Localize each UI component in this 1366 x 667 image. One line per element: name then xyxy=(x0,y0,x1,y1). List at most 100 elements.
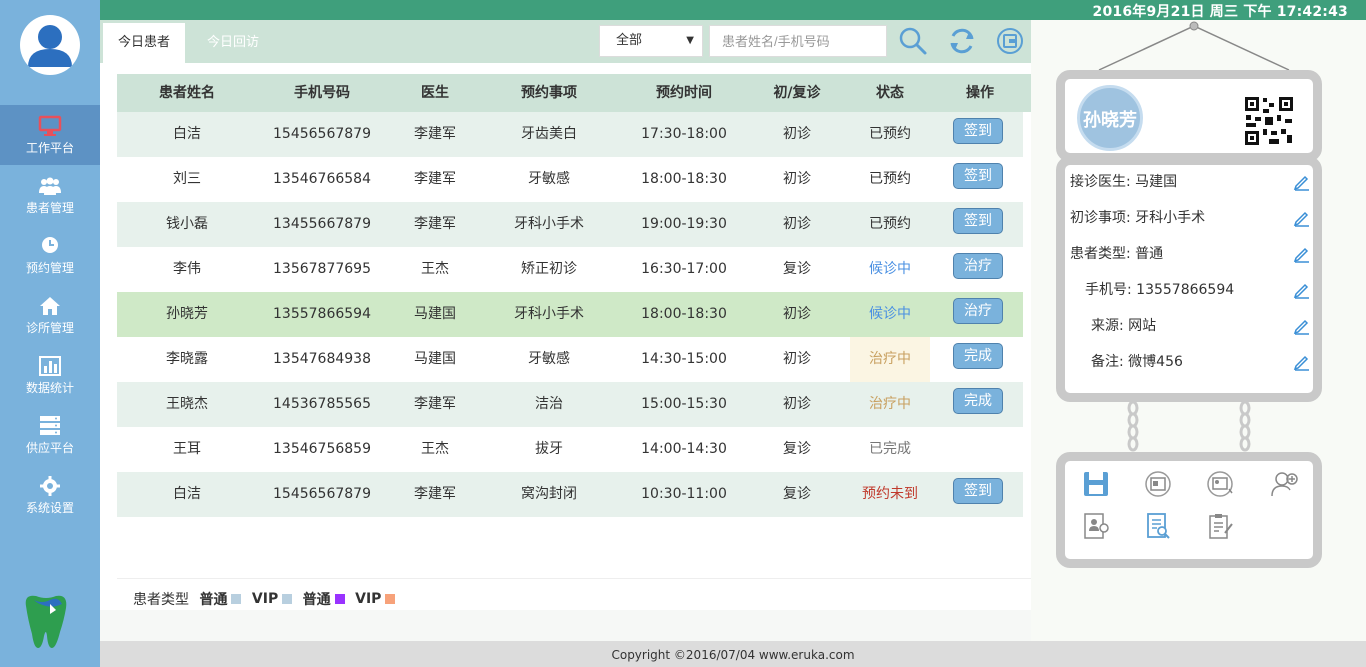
refresh-icon[interactable] xyxy=(947,26,977,56)
cell-status: 已完成 xyxy=(869,441,911,457)
cell-doctor: 王杰 xyxy=(421,441,449,457)
edit-pencil-icon[interactable] xyxy=(1293,245,1311,263)
server-icon xyxy=(40,416,60,435)
sidebar: 工作平台 患者管理 预约管理 诊所管理 数据统计 供应平台 系统设置 xyxy=(0,0,100,667)
column-header-phone: 手机号码 xyxy=(294,85,350,101)
cell-time: 18:00-18:30 xyxy=(641,171,727,187)
patient-info-card: 接诊医生: 马建国 初诊事项: 牙科小手术 患者类型: 普通 手机号: 1355786… xyxy=(1056,156,1322,402)
record-search-icon[interactable] xyxy=(1143,511,1173,541)
table-row[interactable]: 李晓露 13547684938 马建国 牙敏感 14:30-15:00 初诊 治疗中 完成 xyxy=(117,337,1023,382)
info-label: 接诊医生 xyxy=(1070,174,1126,190)
patient-info-row: 手机号: 13557866594 xyxy=(1085,279,1234,299)
top-bar: 2016年9月21日 周三 下午 17:42:43 xyxy=(100,0,1366,20)
info-value: 普通 xyxy=(1135,246,1164,262)
table-row[interactable]: 刘三 13546766584 李建军 牙敏感 18:00-18:30 初诊 已预约 签到 xyxy=(117,157,1023,202)
row-action-button[interactable]: 完成 xyxy=(953,388,1003,414)
row-action-button[interactable]: 签到 xyxy=(953,118,1003,144)
cell-name: 孙晓芳 xyxy=(166,306,208,322)
search-icon[interactable] xyxy=(898,26,928,56)
table-row[interactable]: 王耳 13546756859 王杰 拔牙 14:00-14:30 复诊 已完成 xyxy=(117,427,1023,472)
sidebar-item-supply[interactable]: 供应平台 xyxy=(0,405,100,465)
cell-doctor: 马建国 xyxy=(414,351,456,367)
patient-profile-icon[interactable] xyxy=(1081,511,1111,541)
cell-time: 15:00-15:30 xyxy=(641,396,727,412)
cell-phone: 13547684938 xyxy=(273,351,371,367)
patient-detail-panel: 孙晓芳 接诊医生: 马建国 初诊事项: 牙科小手术 患者类型: 普通 手机号: 135… xyxy=(1031,20,1366,641)
row-action-button[interactable]: 完成 xyxy=(953,343,1003,369)
legend-swatch xyxy=(282,594,293,604)
info-label: 来源 xyxy=(1091,318,1119,334)
search-input[interactable] xyxy=(709,25,887,57)
edit-pencil-icon[interactable] xyxy=(1293,317,1311,335)
sidebar-item-label: 诊所管理 xyxy=(25,321,74,335)
users-icon xyxy=(39,177,61,195)
edit-pencil-icon[interactable] xyxy=(1293,353,1311,371)
table-row[interactable]: 白洁 15456567879 李建军 牙齿美白 17:30-18:00 初诊 已预约 签到 xyxy=(117,112,1023,157)
wallet-icon[interactable] xyxy=(995,26,1025,56)
clock-icon xyxy=(42,237,58,253)
sidebar-item-settings[interactable]: 系统设置 xyxy=(0,465,100,525)
cell-visit: 初诊 xyxy=(783,351,811,367)
monitor-icon xyxy=(38,115,62,136)
table-row[interactable]: 孙晓芳 13557866594 马建国 牙科小手术 18:00-18:30 初诊 候诊中 治疗 xyxy=(117,292,1023,337)
cell-name: 王耳 xyxy=(173,441,201,457)
action-panel xyxy=(1056,452,1322,568)
column-header-name: 患者姓名 xyxy=(159,85,215,101)
cell-time: 18:00-18:30 xyxy=(641,306,727,322)
patient-card-icon[interactable] xyxy=(1143,469,1173,499)
cell-phone: 15456567879 xyxy=(273,126,371,142)
legend-item-vip: VIP xyxy=(251,591,279,607)
tab-today-followup[interactable]: 今日回访 xyxy=(192,23,274,63)
sidebar-item-patients[interactable]: 患者管理 xyxy=(0,165,100,225)
edit-pencil-icon[interactable] xyxy=(1293,281,1311,299)
table-row[interactable]: 王晓杰 14536785565 李建军 洁治 15:00-15:30 初诊 治疗中 完成 xyxy=(117,382,1023,427)
cell-time: 14:00-14:30 xyxy=(641,441,727,457)
user-icon xyxy=(28,25,72,67)
cell-phone: 13546766584 xyxy=(273,171,371,187)
sidebar-item-workbench[interactable]: 工作平台 xyxy=(0,105,100,165)
table-row[interactable]: 白洁 15456567879 李建军 窝沟封闭 10:30-11:00 复诊 预约未到 签到 xyxy=(117,472,1023,517)
legend-label: 患者类型 xyxy=(133,592,189,608)
edit-pencil-icon[interactable] xyxy=(1293,173,1311,191)
history-card-icon[interactable] xyxy=(1205,469,1235,499)
row-action-button[interactable]: 签到 xyxy=(953,208,1003,234)
sidebar-item-clinic[interactable]: 诊所管理 xyxy=(0,285,100,345)
info-label: 患者类型 xyxy=(1070,246,1126,262)
table-row[interactable]: 李伟 13567877695 王杰 矫正初诊 16:30-17:00 复诊 候诊中 治疗 xyxy=(117,247,1023,292)
cell-phone: 13546756859 xyxy=(273,441,371,457)
cell-doctor: 李建军 xyxy=(414,216,456,232)
info-separator: : xyxy=(1126,246,1136,262)
table-row[interactable]: 钱小磊 13455667879 李建军 牙科小手术 19:00-19:30 初诊 已预约 签到 xyxy=(117,202,1023,247)
cell-visit: 初诊 xyxy=(783,216,811,232)
save-icon[interactable] xyxy=(1081,469,1111,499)
legend-swatch xyxy=(334,594,345,604)
row-action-button[interactable]: 签到 xyxy=(953,163,1003,189)
column-header-status: 状态 xyxy=(876,85,904,101)
gear-icon xyxy=(40,476,60,496)
tab-bar: 今日患者 今日回访 全部 ▼ xyxy=(100,20,1031,63)
qr-code-icon[interactable] xyxy=(1243,95,1295,147)
cell-phone: 13567877695 xyxy=(273,261,371,277)
patient-info-row: 初诊事项: 牙科小手术 xyxy=(1070,207,1205,227)
row-action-button[interactable]: 治疗 xyxy=(953,253,1003,279)
status-filter-select[interactable]: 全部 ▼ xyxy=(599,25,703,57)
clipboard-edit-icon[interactable] xyxy=(1205,511,1235,541)
user-add-icon[interactable] xyxy=(1270,469,1300,499)
legend-item-normal: 普通 xyxy=(302,592,331,608)
edit-pencil-icon[interactable] xyxy=(1293,209,1311,227)
row-action-button[interactable]: 签到 xyxy=(953,478,1003,504)
tab-today-patients[interactable]: 今日患者 xyxy=(103,23,186,63)
user-avatar[interactable] xyxy=(20,15,80,75)
cell-visit: 初诊 xyxy=(783,171,811,187)
sidebar-item-appointments[interactable]: 预约管理 xyxy=(0,225,100,285)
cell-status: 治疗中 xyxy=(869,396,911,412)
patient-info-row: 备注: 微博456 xyxy=(1091,351,1183,371)
cell-item: 牙科小手术 xyxy=(514,306,584,322)
cell-phone: 13557866594 xyxy=(273,306,371,322)
sidebar-item-statistics[interactable]: 数据统计 xyxy=(0,345,100,405)
tooth-logo-icon xyxy=(25,595,67,648)
info-value: 马建国 xyxy=(1135,174,1178,190)
row-action-button[interactable]: 治疗 xyxy=(953,298,1003,324)
bar-chart-icon xyxy=(39,356,61,376)
cell-status: 已预约 xyxy=(869,171,911,187)
